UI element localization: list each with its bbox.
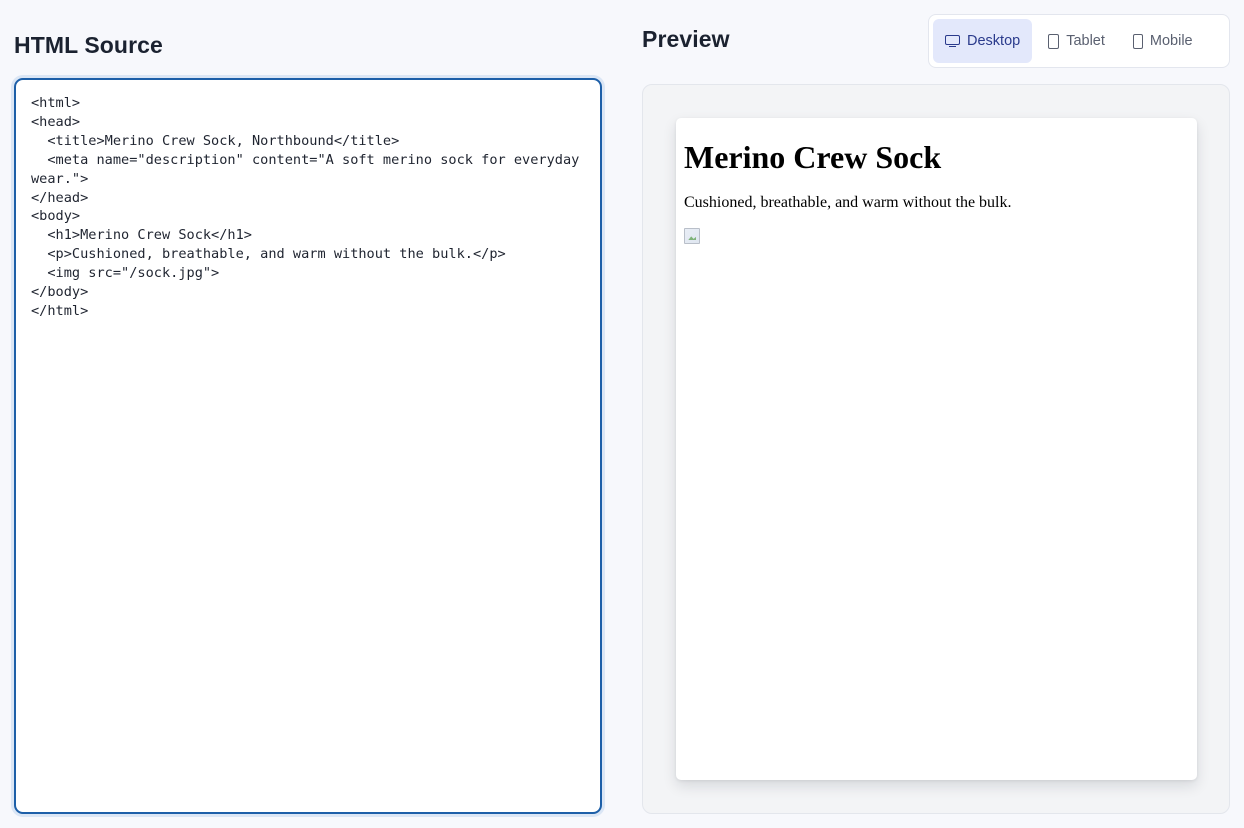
preview-panel-title: Preview <box>642 26 730 52</box>
preview-page[interactable]: Merino Crew Sock Cushioned, breathable, … <box>676 118 1197 780</box>
source-panel-title: HTML Source <box>14 32 163 58</box>
html-source-editor[interactable]: <html> <head> <title>Merino Crew Sock, N… <box>14 78 602 814</box>
broken-image-icon <box>684 228 700 245</box>
tablet-icon <box>1048 33 1060 49</box>
desktop-button[interactable]: Desktop <box>933 19 1033 63</box>
monitor-icon <box>945 34 960 48</box>
mobile-icon <box>1132 33 1143 49</box>
device-toggle-group: Desktop Tablet Mobile <box>928 14 1230 68</box>
tablet-button-label: Tablet <box>1066 33 1105 49</box>
app-root: HTML Source <html> <head> <title>Merino … <box>0 0 1244 828</box>
preview-paragraph: Cushioned, breathable, and warm without … <box>684 194 1012 212</box>
desktop-button-label: Desktop <box>967 33 1021 49</box>
preview-heading: Merino Crew Sock <box>684 139 942 175</box>
mobile-button-label: Mobile <box>1149 33 1193 49</box>
mobile-button[interactable]: Mobile <box>1121 19 1205 63</box>
source-panel: HTML Source <html> <head> <title>Merino … <box>14 30 602 816</box>
tablet-button[interactable]: Tablet <box>1036 19 1117 63</box>
preview-panel: Preview Desktop Tablet Mobile Merino Cre… <box>642 14 1230 816</box>
preview-frame: Merino Crew Sock Cushioned, breathable, … <box>642 84 1230 814</box>
